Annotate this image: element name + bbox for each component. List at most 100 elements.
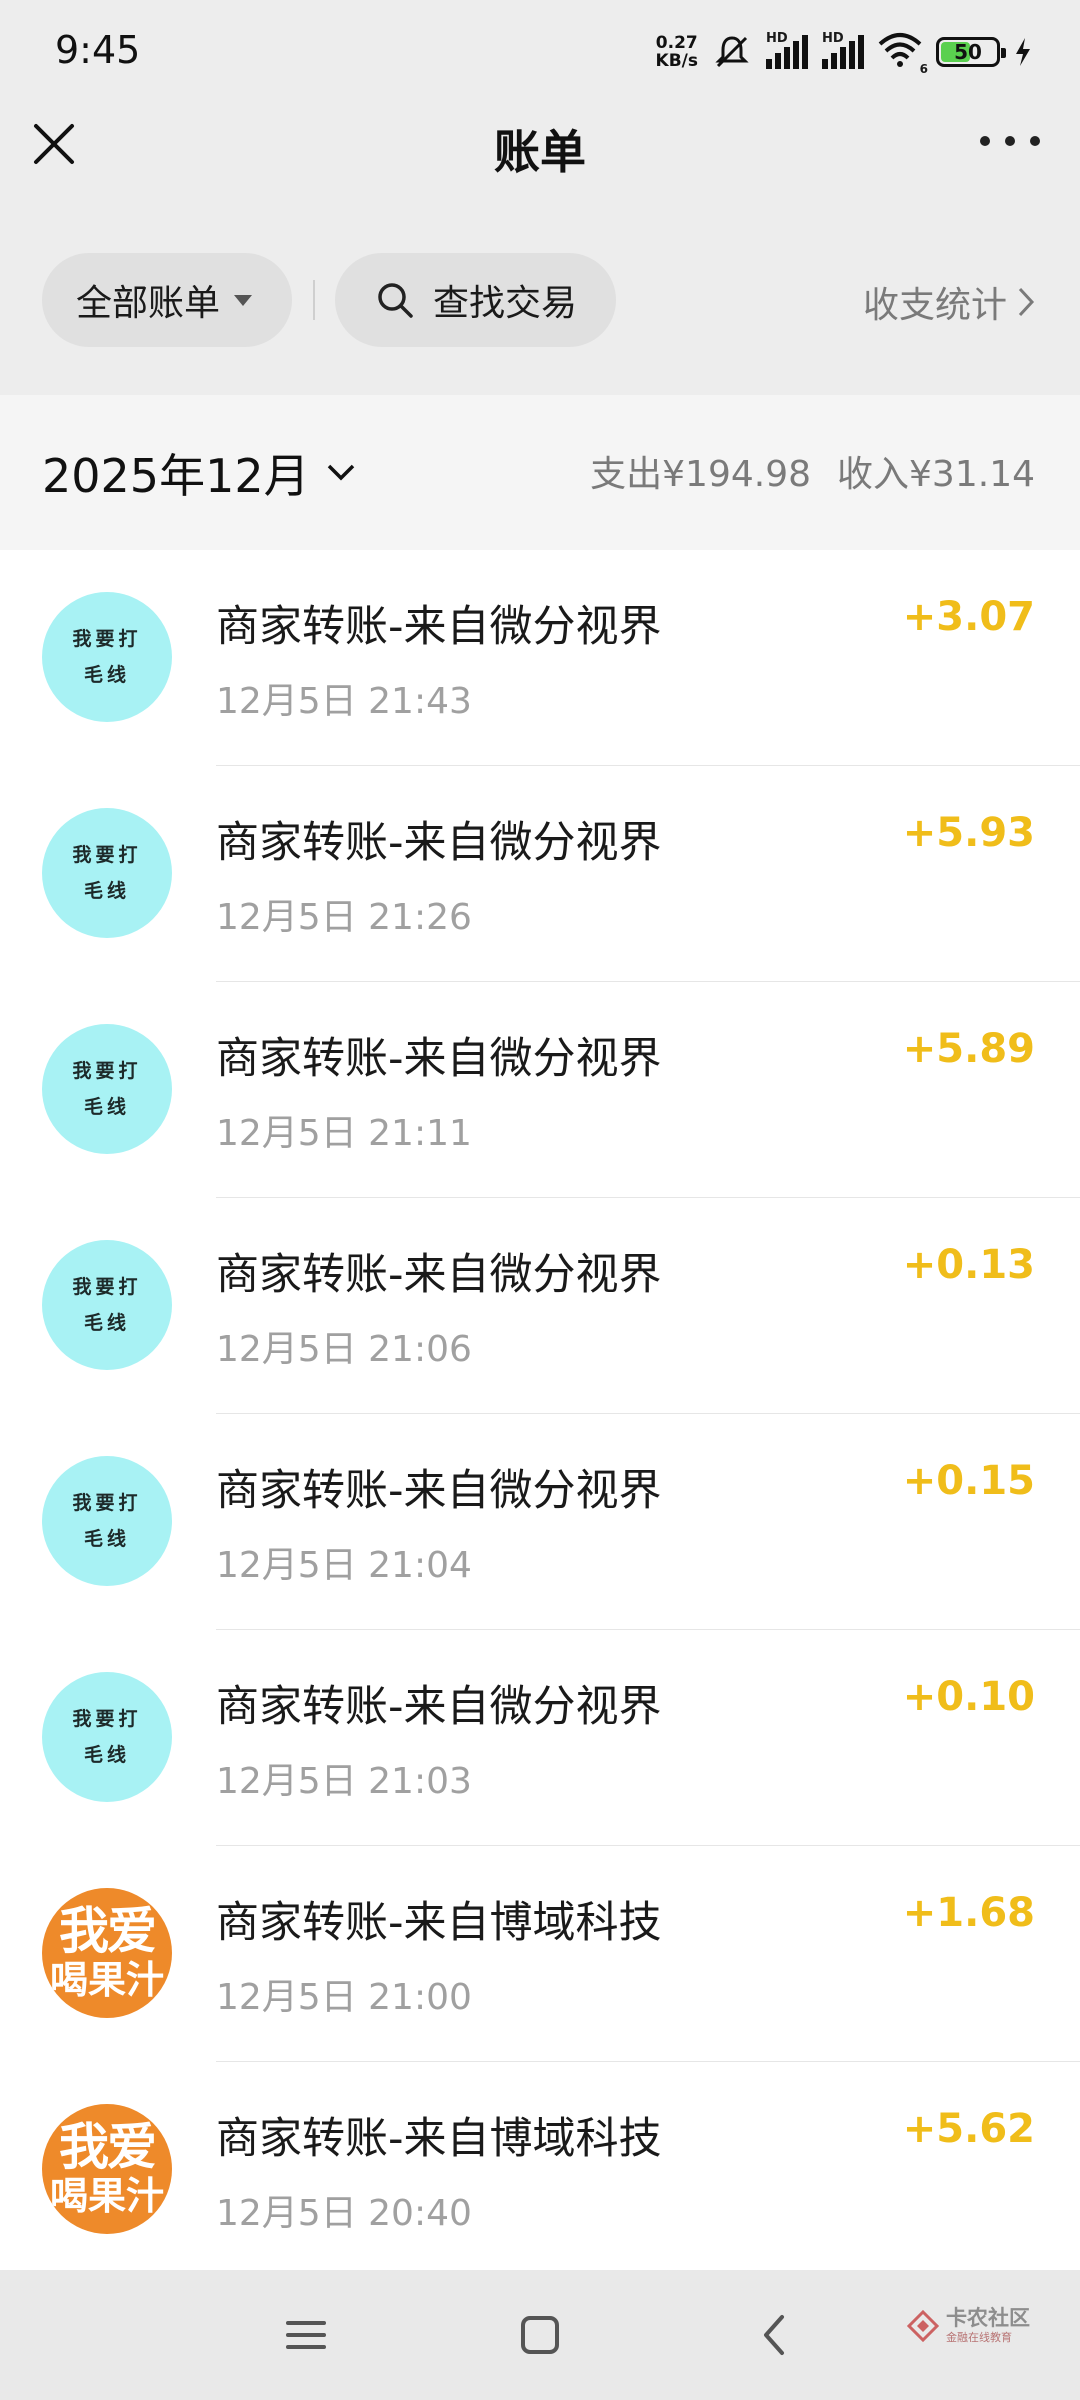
avatar-text: 毛线 (83, 664, 130, 686)
all-bills-dropdown[interactable]: 全部账单 (42, 253, 292, 347)
menu-button[interactable] (276, 2305, 336, 2365)
transaction-row[interactable]: 我要打 毛线 商家转账-来自微分视界 12月5日 21:43 +3.07 (0, 550, 1080, 766)
transaction-title: 商家转账-来自微分视界 (216, 1250, 662, 1300)
merchant-avatar: 我要打 毛线 (42, 592, 172, 722)
caret-down-icon (234, 294, 253, 306)
community-logo-icon (906, 2309, 940, 2342)
watermark-text: 卡农社区 (946, 2306, 1030, 2330)
search-label: 查找交易 (433, 283, 578, 324)
transaction-time: 12月5日 21:03 (216, 1761, 472, 1802)
income-label: 收入 (837, 454, 910, 495)
wifi-icon: 6 (878, 32, 928, 76)
avatar-text: 毛线 (83, 880, 130, 902)
transaction-amount: +5.89 (902, 1026, 1035, 1072)
battery-level: 50 (954, 40, 982, 64)
more-button[interactable] (980, 126, 1040, 156)
transaction-amount: +0.13 (902, 1242, 1035, 1288)
search-icon (378, 283, 413, 318)
transaction-title: 商家转账-来自微分视界 (216, 602, 662, 652)
avatar-text: 我要打 (72, 1276, 142, 1298)
transaction-title: 商家转账-来自微分视界 (216, 818, 662, 868)
system-nav-bar: 卡农社区 金融在线教育 (0, 2270, 1080, 2400)
transaction-time: 12月5日 21:04 (216, 1545, 472, 1586)
transaction-row[interactable]: 我要打 毛线 商家转账-来自微分视界 12月5日 21:06 +0.13 (0, 1198, 1080, 1414)
transaction-row[interactable]: 我要打 毛线 商家转账-来自微分视界 12月5日 21:26 +5.93 (0, 766, 1080, 982)
transaction-row[interactable]: 我要打 毛线 商家转账-来自微分视界 12月5日 21:03 +0.10 (0, 1630, 1080, 1846)
avatar-text: 毛线 (83, 1528, 130, 1550)
avatar-text: 我爱 (59, 2118, 157, 2176)
home-icon (521, 2316, 559, 2354)
charging-icon (1016, 38, 1030, 66)
merchant-avatar: 我爱 喝果汁 (42, 1888, 172, 2018)
expense-label: 支出 (590, 454, 663, 495)
battery-icon: 50 (936, 37, 1006, 67)
signal-hd-label: HD (766, 31, 788, 46)
transaction-time: 12月5日 21:11 (216, 1113, 472, 1154)
back-icon (764, 2315, 784, 2355)
avatar-text: 毛线 (83, 1096, 130, 1118)
income-value: ¥31.14 (909, 454, 1035, 495)
transaction-list: 我要打 毛线 商家转账-来自微分视界 12月5日 21:43 +3.07 我要打… (0, 550, 1080, 2270)
transaction-amount: +5.93 (902, 810, 1035, 856)
watermark-subtext: 金融在线教育 (946, 2331, 1012, 2344)
signal-icon: HD (766, 31, 808, 69)
merchant-avatar: 我要打 毛线 (42, 1672, 172, 1802)
signal-hd-label: HD (822, 31, 844, 46)
filter-bar: 全部账单 查找交易 收支统计 (0, 250, 1080, 350)
transaction-row[interactable]: 我要打 毛线 商家转账-来自微分视界 12月5日 21:04 +0.15 (0, 1414, 1080, 1630)
income-total: 收入¥31.14 (837, 445, 1035, 497)
stats-label: 收支统计 (862, 285, 1007, 326)
search-transactions-button[interactable]: 查找交易 (335, 253, 616, 347)
transaction-time: 12月5日 21:26 (216, 897, 472, 938)
merchant-avatar: 我要打 毛线 (42, 1456, 172, 1586)
avatar-text: 喝果汁 (49, 1958, 164, 2002)
transaction-title: 商家转账-来自微分视界 (216, 1466, 662, 1516)
month-selector[interactable]: 2025年12月 (42, 440, 356, 506)
transaction-time: 12月5日 21:06 (216, 1329, 472, 1370)
status-time: 9:45 (55, 28, 141, 72)
month-label: 2025年12月 (42, 449, 310, 503)
transaction-time: 12月5日 21:43 (216, 681, 472, 722)
transaction-title: 商家转账-来自微分视界 (216, 1034, 662, 1084)
status-bar: 9:45 0.27 KB/s HD HD 6 50 (0, 0, 1080, 100)
transaction-amount: +5.62 (902, 2106, 1035, 2152)
transaction-amount: +1.68 (902, 1890, 1035, 1936)
transaction-amount: +0.10 (902, 1674, 1035, 1720)
transaction-amount: +3.07 (902, 594, 1035, 640)
income-expense-stats-link[interactable]: 收支统计 (863, 276, 1035, 328)
expense-value: ¥194.98 (662, 454, 812, 495)
merchant-avatar: 我要打 毛线 (42, 1024, 172, 1154)
month-summary-bar: 2025年12月 支出¥194.98 收入¥31.14 (0, 395, 1080, 550)
wifi-badge: 6 (919, 62, 928, 76)
watermark-logo: 卡农社区 金融在线教育 (906, 2308, 1030, 2343)
avatar-text: 我要打 (72, 1060, 142, 1082)
status-icons: 0.27 KB/s HD HD 6 50 (656, 28, 1032, 76)
net-speed: 0.27 KB/s (656, 34, 698, 70)
merchant-avatar: 我要打 毛线 (42, 808, 172, 938)
net-speed-value: 0.27 (655, 33, 698, 53)
chevron-right-icon (1018, 287, 1035, 317)
avatar-text: 毛线 (83, 1312, 130, 1334)
net-speed-unit: KB/s (655, 51, 698, 71)
menu-icon (286, 2321, 326, 2349)
merchant-avatar: 我爱 喝果汁 (42, 2104, 172, 2234)
filter-divider (313, 280, 315, 320)
transaction-title: 商家转账-来自微分视界 (216, 1682, 662, 1732)
transaction-row[interactable]: 我要打 毛线 商家转账-来自微分视界 12月5日 21:11 +5.89 (0, 982, 1080, 1198)
all-bills-label: 全部账单 (76, 283, 221, 324)
transaction-time: 12月5日 21:00 (216, 1977, 472, 2018)
avatar-text: 我要打 (72, 844, 142, 866)
chevron-down-icon (327, 464, 354, 481)
transaction-title: 商家转账-来自博域科技 (216, 1898, 662, 1948)
avatar-text: 我要打 (72, 1492, 142, 1514)
month-totals: 支出¥194.98 收入¥31.14 (590, 445, 1035, 497)
transaction-amount: +0.15 (902, 1458, 1035, 1504)
transaction-time: 12月5日 20:40 (216, 2193, 472, 2234)
back-button[interactable] (744, 2305, 804, 2365)
home-button[interactable] (510, 2305, 570, 2365)
transaction-row[interactable]: 我爱 喝果汁 商家转账-来自博域科技 12月5日 20:40 +5.62 (0, 2062, 1080, 2270)
avatar-text: 我要打 (72, 1708, 142, 1730)
transaction-row[interactable]: 我爱 喝果汁 商家转账-来自博域科技 12月5日 21:00 +1.68 (0, 1846, 1080, 2062)
signal-icon: HD (822, 31, 864, 69)
avatar-text: 我爱 (59, 1902, 157, 1960)
